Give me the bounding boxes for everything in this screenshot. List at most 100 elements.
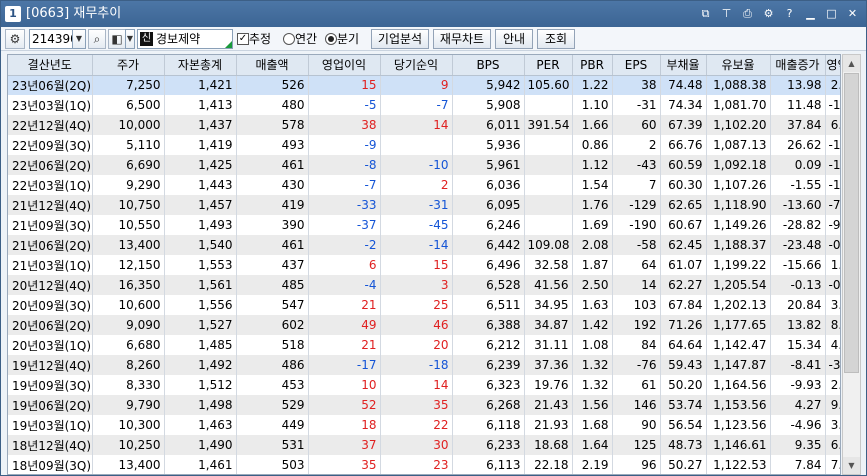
cell-pbr: 1.76 bbox=[572, 195, 613, 215]
guide-button[interactable]: 안내 bbox=[495, 29, 533, 49]
table-row[interactable]: 20년03월(1Q) 6,680 1,485 518 21 20 6,212 31.11 1.0… bbox=[8, 335, 840, 355]
col-header-revenue-growth[interactable]: 매출증가 bbox=[770, 55, 826, 76]
table-row[interactable]: 21년12월(4Q) 10,750 1,457 419 -33 -31 6,095 1.76-… bbox=[8, 195, 840, 215]
cell-reserve-ratio: 1,107.26 bbox=[706, 175, 771, 195]
maximize-icon[interactable]: □ bbox=[824, 6, 839, 21]
cell-debt-ratio: 60.67 bbox=[660, 215, 707, 235]
cell-reserve-ratio: 1,199.22 bbox=[706, 255, 771, 275]
cell-operating-margin: -7.90 bbox=[825, 195, 840, 215]
col-header-price[interactable]: 주가 bbox=[92, 55, 165, 76]
table-row[interactable]: 21년09월(3Q) 10,550 1,493 390 -37 -45 6,246 1.69-… bbox=[8, 215, 840, 235]
table-row[interactable]: 23년06월(2Q) 7,250 1,421 526 15 9 5,942 105.60 1.2… bbox=[8, 75, 840, 95]
cell-revenue: 526 bbox=[236, 75, 309, 95]
cell-bps: 5,936 bbox=[452, 135, 525, 155]
query-button[interactable]: 조회 bbox=[537, 29, 575, 49]
stock-name-box[interactable]: 신 경보제약 bbox=[137, 29, 233, 49]
table-row[interactable]: 19년09월(3Q) 8,330 1,512 453 10 14 6,323 19.76 1.3… bbox=[8, 375, 840, 395]
col-header-reserve-ratio[interactable]: 유보율 bbox=[706, 55, 771, 76]
table-row[interactable]: 22년06월(2Q) 6,690 1,425 461 -8 -10 5,961 1.12 -43… bbox=[8, 155, 840, 175]
cell-per bbox=[524, 215, 573, 235]
scroll-thumb[interactable] bbox=[844, 73, 859, 373]
table-row[interactable]: 19년03월(1Q) 10,300 1,463 449 18 22 6,118 21.93 1.… bbox=[8, 415, 840, 435]
stock-code-input[interactable]: 214390 bbox=[29, 29, 78, 49]
col-header-operating-margin[interactable]: 영익률 bbox=[825, 55, 840, 76]
cell-equity: 1,425 bbox=[164, 155, 237, 175]
list-dropdown-icon[interactable]: ▼ bbox=[125, 29, 135, 49]
stock-code-dropdown-icon[interactable]: ▼ bbox=[72, 29, 86, 49]
col-header-operating-income[interactable]: 영업이익 bbox=[308, 55, 381, 76]
table-row[interactable]: 22년09월(3Q) 5,110 1,419 493 -9 5,936 0.86 2 66.76… bbox=[8, 135, 840, 155]
table-row[interactable]: 22년12월(4Q) 10,000 1,437 578 38 14 6,011 391.54 1… bbox=[8, 115, 840, 135]
col-header-bps[interactable]: BPS bbox=[452, 55, 525, 76]
checkbox-checked-icon[interactable]: ✓ bbox=[237, 33, 249, 45]
vertical-scrollbar[interactable]: ▲ ▼ bbox=[842, 54, 861, 475]
radio-quarter-icon[interactable] bbox=[325, 33, 337, 45]
financial-table[interactable]: 결산년도 주가 자본총계 매출액 영업이익 당기순익 BPS PER PBR E… bbox=[7, 54, 841, 475]
col-header-period[interactable]: 결산년도 bbox=[8, 55, 93, 76]
col-header-equity[interactable]: 자본총계 bbox=[164, 55, 237, 76]
cell-revenue: 503 bbox=[236, 455, 309, 474]
annual-radio[interactable]: 연간 bbox=[283, 29, 327, 49]
company-analysis-button[interactable]: 기업분석 bbox=[371, 29, 429, 49]
table-row[interactable]: 20년09월(3Q) 10,600 1,556 547 21 25 6,511 34.95 1.… bbox=[8, 295, 840, 315]
cell-operating-margin: -0.91 bbox=[825, 275, 840, 295]
cell-debt-ratio: 66.76 bbox=[660, 135, 707, 155]
col-header-per[interactable]: PER bbox=[524, 55, 573, 76]
screenshot-icon[interactable]: ⎙ bbox=[740, 6, 755, 21]
cell-bps: 6,239 bbox=[452, 355, 525, 375]
search-icon[interactable]: ⌕ bbox=[88, 29, 106, 49]
minimize-icon[interactable]: ▁ bbox=[803, 6, 818, 21]
cell-debt-ratio: 48.73 bbox=[660, 435, 707, 455]
table-row[interactable]: 22년03월(1Q) 9,290 1,443 430 -7 2 6,036 1.54 7 60.3… bbox=[8, 175, 840, 195]
col-header-eps[interactable]: EPS bbox=[612, 55, 661, 76]
estimate-checkbox[interactable]: ✓ 추정 bbox=[237, 29, 277, 49]
cell-per: 21.93 bbox=[524, 415, 573, 435]
cell-pbr: 2.19 bbox=[572, 455, 613, 474]
cell-revenue-growth: 0.09 bbox=[770, 155, 826, 175]
cell-pbr: 1.32 bbox=[572, 375, 613, 395]
quarter-radio[interactable]: 분기 bbox=[325, 29, 369, 49]
table-row[interactable]: 20년12월(4Q) 16,350 1,561 485 -4 3 6,528 41.56 2.5… bbox=[8, 275, 840, 295]
col-header-debt-ratio[interactable]: 부채율 bbox=[660, 55, 707, 76]
cell-revenue-growth: -23.48 bbox=[770, 235, 826, 255]
cell-debt-ratio: 64.64 bbox=[660, 335, 707, 355]
cell-reserve-ratio: 1,081.70 bbox=[706, 95, 771, 115]
radio-annual-icon[interactable] bbox=[283, 33, 295, 45]
col-header-revenue[interactable]: 매출액 bbox=[236, 55, 309, 76]
cell-net-income: -14 bbox=[380, 235, 453, 255]
cell-bps: 6,233 bbox=[452, 435, 525, 455]
cell-eps: -129 bbox=[612, 195, 661, 215]
cell-bps: 6,496 bbox=[452, 255, 525, 275]
cell-net-income bbox=[380, 135, 453, 155]
table-row[interactable]: 21년03월(1Q) 12,150 1,553 437 6 15 6,496 32.58 1.8… bbox=[8, 255, 840, 275]
cell-revenue: 480 bbox=[236, 95, 309, 115]
title-bar: 1 [0663] 재무추이 ⧉ ⊤ ⎙ ⚙ ? ▁ □ ✕ bbox=[1, 1, 866, 27]
table-row[interactable]: 23년03월(1Q) 6,500 1,413 480 -5 -7 5,908 1.10 -31 7… bbox=[8, 95, 840, 115]
table-body: 23년06월(2Q) 7,250 1,421 526 15 9 5,942 105.60 1.2… bbox=[8, 75, 840, 474]
cell-revenue: 453 bbox=[236, 375, 309, 395]
table-row[interactable]: 18년12월(4Q) 10,250 1,490 531 37 30 6,233 18.68 1.… bbox=[8, 435, 840, 455]
pin-top-icon[interactable]: ⊤ bbox=[719, 6, 734, 21]
cell-per: 34.95 bbox=[524, 295, 573, 315]
table-row[interactable]: 20년06월(2Q) 9,090 1,527 602 49 46 6,388 34.87 1.4… bbox=[8, 315, 840, 335]
close-icon[interactable]: ✕ bbox=[845, 6, 860, 21]
col-header-pbr[interactable]: PBR bbox=[572, 55, 613, 76]
cell-bps: 6,036 bbox=[452, 175, 525, 195]
cell-eps: 64 bbox=[612, 255, 661, 275]
link-icon[interactable]: ⧉ bbox=[698, 6, 713, 21]
toolbar: ⚙ 214390 ▼ ⌕ ◧ ▼ 신 경보제약 ✓ 추정 연간 분기 기업분석 재무… bbox=[1, 27, 866, 51]
cell-revenue-growth: 20.84 bbox=[770, 295, 826, 315]
stock-list-icon[interactable]: ◧ bbox=[108, 29, 126, 49]
table-row[interactable]: 19년12월(4Q) 8,260 1,492 486 -17 -18 6,239 37.36 1… bbox=[8, 355, 840, 375]
help-icon[interactable]: ? bbox=[782, 6, 797, 21]
col-header-net-income[interactable]: 당기순익 bbox=[380, 55, 453, 76]
scroll-up-icon[interactable]: ▲ bbox=[843, 55, 860, 72]
table-row[interactable]: 19년06월(2Q) 9,790 1,498 529 52 35 6,268 21.43 1.5… bbox=[8, 395, 840, 415]
table-row[interactable]: 21년06월(2Q) 13,400 1,540 461 -2 -14 6,442 109.08… bbox=[8, 235, 840, 255]
settings-icon[interactable]: ⚙ bbox=[761, 6, 776, 21]
table-row[interactable]: 18년09월(3Q) 13,400 1,461 503 35 23 6,113 22.18 2.… bbox=[8, 455, 840, 474]
financial-chart-button[interactable]: 재무차트 bbox=[433, 29, 491, 49]
cell-period: 22년09월(3Q) bbox=[8, 135, 93, 155]
scroll-down-icon[interactable]: ▼ bbox=[843, 457, 860, 474]
gear-icon[interactable]: ⚙ bbox=[5, 29, 25, 49]
